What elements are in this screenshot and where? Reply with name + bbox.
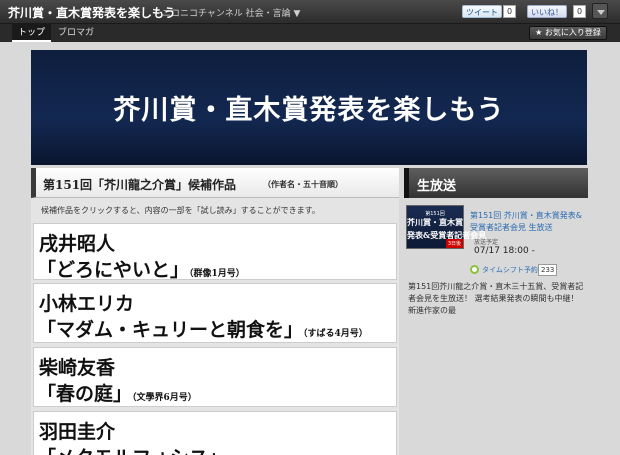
tab-top[interactable]: トップ: [12, 24, 52, 42]
live-header: 生放送: [404, 168, 588, 198]
timeshift-count: 233: [538, 264, 558, 276]
section-note: （作者名・五十音順）: [263, 180, 343, 189]
channel-nav: トップ ブロマガ ★ お気に入り登録: [0, 24, 620, 42]
schedule-label: 放送予定: [474, 239, 499, 246]
candidate-work: 「マダム・キュリーと朝食を」（すばる4月号）: [37, 315, 368, 342]
candidate-author: 柴崎友香: [39, 357, 116, 379]
add-favorite-button[interactable]: ★ お気に入り登録: [529, 26, 607, 40]
channel-category-link[interactable]: ニコニコチャンネル 社会・言論 ▼: [162, 6, 300, 19]
candidate-work: 「メタモルフォシス」: [37, 443, 227, 455]
timeshift-label[interactable]: タイムシフト予約: [482, 265, 538, 275]
live-title: 生放送: [417, 179, 457, 194]
channel-title[interactable]: 芥川賞・直木賞発表を楽しもう: [8, 4, 176, 21]
candidate-author: 戌井昭人: [39, 233, 116, 255]
facebook-like-button[interactable]: いいね！: [527, 5, 567, 18]
thumbnail-line1: 第151回: [425, 211, 445, 217]
live-program-link[interactable]: 第151回 芥川賞・直木賞発表&受賞者記者会見 生放送: [470, 210, 586, 234]
tweet-count: 0: [503, 5, 517, 18]
live-thumbnail[interactable]: 第151回 芥川賞・直木賞 発表&受賞者記者会見 3日後: [406, 205, 486, 249]
chevron-down-icon[interactable]: [592, 3, 608, 19]
like-count: 0: [573, 5, 587, 18]
candidate-author: 小林エリカ: [39, 293, 135, 315]
live-section: 生放送 第151回 芥川賞・直木賞 発表&受賞者記者会見 3日後 第151回 芥…: [404, 168, 588, 455]
work-publication: （群像1月号）: [189, 269, 245, 279]
channel-banner: 芥川賞・直木賞発表を楽しもう: [31, 50, 587, 165]
candidate-work: 「春の庭」（文學界6月号）: [37, 379, 197, 406]
banner-title: 芥川賞・直木賞発表を楽しもう: [113, 95, 505, 126]
tab-blomaga[interactable]: ブロマガ: [52, 24, 100, 42]
section-description: 候補作品をクリックすると、内容の一部を「試し読み」することができます。: [41, 206, 320, 215]
candidates-section: 第151回「芥川龍之介賞」候補作品 （作者名・五十音順） 候補作品をクリックする…: [31, 168, 399, 455]
work-title: 「マダム・キュリーと朝食を」: [37, 319, 304, 341]
schedule-date: 07/17 18:00 -: [474, 246, 535, 256]
work-publication: （文學界6月号）: [132, 393, 197, 403]
thumbnail-line2: 芥川賞・直木賞: [407, 217, 463, 227]
work-publication: （すばる4月号）: [303, 329, 368, 339]
section-title: 第151回「芥川龍之介賞」候補作品: [43, 178, 237, 192]
candidate-card[interactable]: 戌井昭人 「どろにやいと」（群像1月号）: [33, 223, 397, 282]
work-title: 「どろにやいと」: [37, 259, 190, 281]
channel-header: 芥川賞・直木賞発表を楽しもう ニコニコチャンネル 社会・言論 ▼ ツイート 0 …: [0, 0, 620, 24]
tweet-button[interactable]: ツイート: [462, 5, 502, 18]
work-title: 「春の庭」: [37, 383, 133, 405]
section-header: 第151回「芥川龍之介賞」候補作品 （作者名・五十音順）: [31, 168, 399, 198]
thumbnail-badge: 3日後: [445, 239, 463, 248]
work-title: 「メタモルフォシス」: [37, 447, 227, 455]
candidate-work: 「どろにやいと」（群像1月号）: [37, 255, 245, 282]
clock-icon: [470, 265, 479, 274]
candidate-card[interactable]: 羽田圭介 「メタモルフォシス」: [33, 411, 397, 455]
candidate-author: 羽田圭介: [39, 421, 116, 443]
candidate-card[interactable]: 小林エリカ 「マダム・キュリーと朝食を」（すばる4月号）: [33, 283, 397, 343]
live-description: 第151回芥川龍之介賞・直木三十五賞、受賞者記者会見を生放送！ 選考結果発表の瞬…: [408, 282, 584, 315]
candidate-card[interactable]: 柴崎友香 「春の庭」（文學界6月号）: [33, 347, 397, 407]
